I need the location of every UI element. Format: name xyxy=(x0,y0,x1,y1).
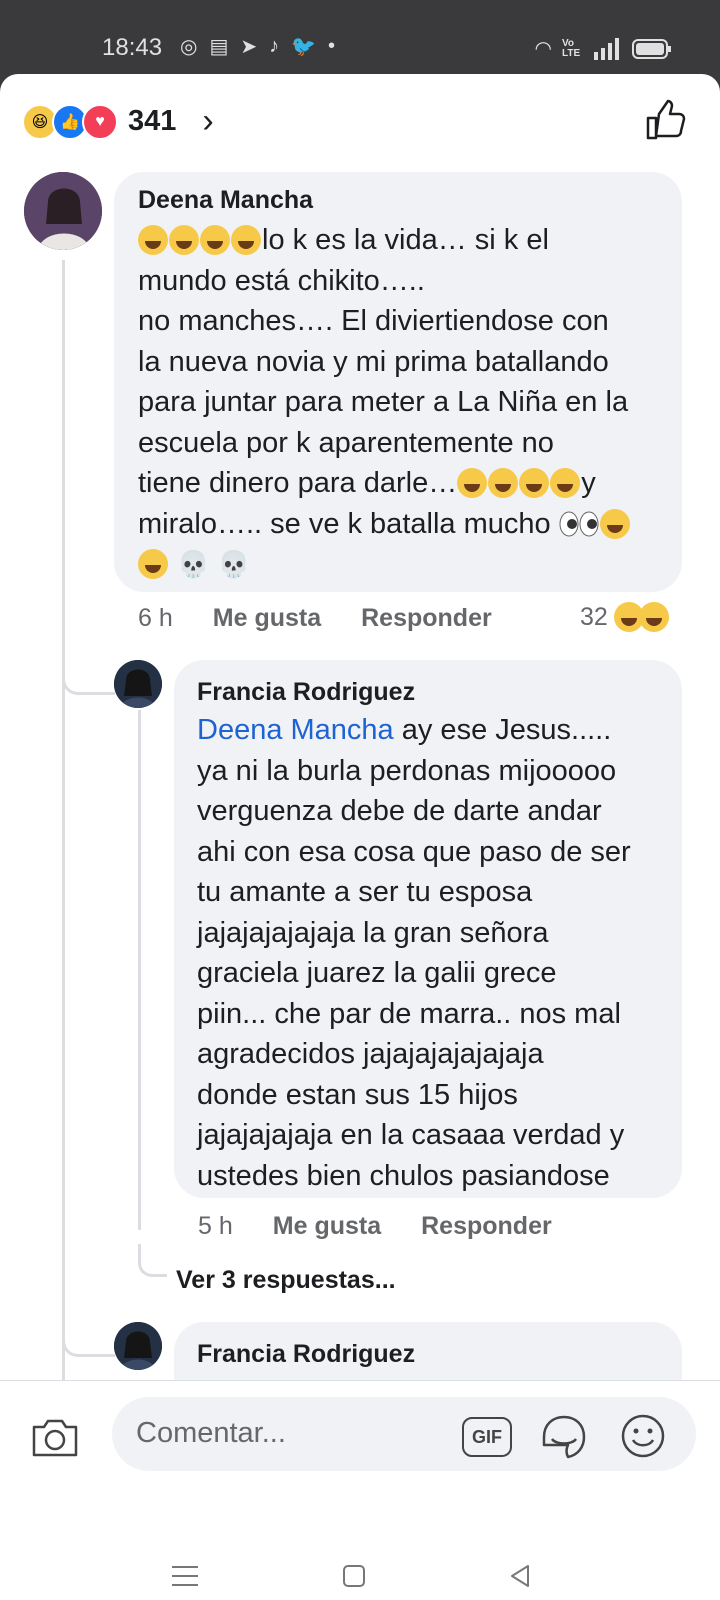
signal-icon xyxy=(594,37,619,60)
dot-icon: • xyxy=(328,35,336,57)
comment-bubble: Deena Mancha lo k es la vida… si k el mu… xyxy=(114,172,682,592)
skull-emoji-icon: 💀 xyxy=(217,549,250,579)
laughing-emoji-icon xyxy=(138,225,168,255)
message-icon: ▤ xyxy=(209,36,229,58)
laughing-emoji-icon xyxy=(457,468,488,498)
home-square-icon xyxy=(343,1565,365,1587)
reactions-summary[interactable]: 😆 👍 ♥ 341 › xyxy=(22,102,214,141)
comment-text: Deena Mancha ay ese Jesus..... ya ni la … xyxy=(197,714,631,1192)
wow-reaction-icon xyxy=(638,602,669,632)
reaction-count: 341 xyxy=(128,105,177,137)
love-reaction-icon: ♥ xyxy=(82,103,118,140)
reply-button[interactable]: Responder xyxy=(421,1212,552,1241)
hand-over-mouth-emoji-icon xyxy=(599,508,630,539)
comment-author[interactable]: Deena Mancha xyxy=(138,186,313,215)
thread-connector xyxy=(62,1324,115,1357)
telegram-icon: ➤ xyxy=(240,36,258,58)
laughing-emoji-icon xyxy=(231,225,261,255)
comment-author[interactable]: Francia Rodriguez xyxy=(197,1340,415,1369)
grinning-squint-emoji-icon xyxy=(138,549,168,579)
laughing-emoji-icon xyxy=(200,225,230,255)
back-nav-button[interactable] xyxy=(508,1564,532,1593)
status-bar: 18:43 ◎ ▤ ➤ ♪ 🐦 • ◠ Vo LTE xyxy=(0,0,720,74)
laughing-emoji-icon xyxy=(488,468,519,498)
whatsapp-icon: ◎ xyxy=(180,36,198,58)
laughing-emoji-icon xyxy=(169,225,199,255)
rofl-emoji-icon xyxy=(550,468,581,498)
reply-thread-connector xyxy=(138,1244,167,1277)
menu-icon xyxy=(172,1566,198,1586)
comment-bubble: Francia Rodriguez Deena Mancha ay ese Je… xyxy=(174,660,682,1198)
menu-nav-button[interactable] xyxy=(172,1564,198,1593)
avatar[interactable] xyxy=(114,1322,162,1370)
avatar[interactable] xyxy=(114,660,162,708)
wifi-icon: ◠ xyxy=(534,38,552,60)
eyes-emoji-icon xyxy=(559,509,599,539)
thumbs-up-icon xyxy=(646,99,686,140)
comment-text: lo k es la vida… si k el mundo está chik… xyxy=(138,224,630,579)
chevron-right-icon[interactable]: › xyxy=(202,102,213,141)
tiktok-icon: ♪ xyxy=(269,35,280,57)
sticker-icon xyxy=(542,1415,586,1459)
like-post-button[interactable] xyxy=(644,98,688,147)
twitter-icon: 🐦 xyxy=(291,36,317,58)
like-button[interactable]: Me gusta xyxy=(273,1212,381,1241)
status-time: 18:43 xyxy=(102,34,163,61)
rofl-emoji-icon xyxy=(519,468,550,498)
gif-button[interactable]: GIF xyxy=(462,1417,512,1457)
comment-actions: 6 h Me gusta Responder xyxy=(138,604,492,633)
back-triangle-icon xyxy=(511,1565,529,1587)
volte-label: Vo LTE xyxy=(562,37,581,59)
thread-line xyxy=(62,260,65,1380)
sticker-button[interactable] xyxy=(540,1413,588,1464)
comment-actions: 5 h Me gusta Responder xyxy=(198,1212,552,1241)
comment-author[interactable]: Francia Rodriguez xyxy=(197,678,415,707)
comment-time: 6 h xyxy=(138,604,173,632)
comment-reactions[interactable]: 32 xyxy=(580,602,670,632)
emoji-button[interactable] xyxy=(620,1413,666,1464)
comment-time: 5 h xyxy=(198,1212,233,1240)
comments-sheet: 😆 👍 ♥ 341 › Deena Mancha lo k es la vida… xyxy=(0,74,720,1600)
reactions-header: 😆 👍 ♥ 341 › xyxy=(0,74,720,170)
camera-button[interactable] xyxy=(30,1415,80,1464)
comment-reaction-count: 32 xyxy=(580,602,608,631)
avatar[interactable] xyxy=(24,172,102,250)
mention-link[interactable]: Deena Mancha xyxy=(197,714,394,746)
reply-thread-line xyxy=(138,710,141,1230)
view-replies-link[interactable]: Ver 3 respuestas... xyxy=(176,1266,396,1295)
thread-connector xyxy=(62,662,115,695)
smiley-icon xyxy=(621,1414,665,1458)
battery-icon xyxy=(632,38,671,59)
home-nav-button[interactable] xyxy=(342,1564,366,1593)
reply-button[interactable]: Responder xyxy=(361,604,492,633)
like-button[interactable]: Me gusta xyxy=(213,604,321,633)
camera-icon xyxy=(32,1419,78,1457)
system-nav-bar xyxy=(0,1526,720,1600)
comment-placeholder: Comentar... xyxy=(136,1417,286,1449)
skull-emoji-icon: 💀 xyxy=(177,549,210,579)
